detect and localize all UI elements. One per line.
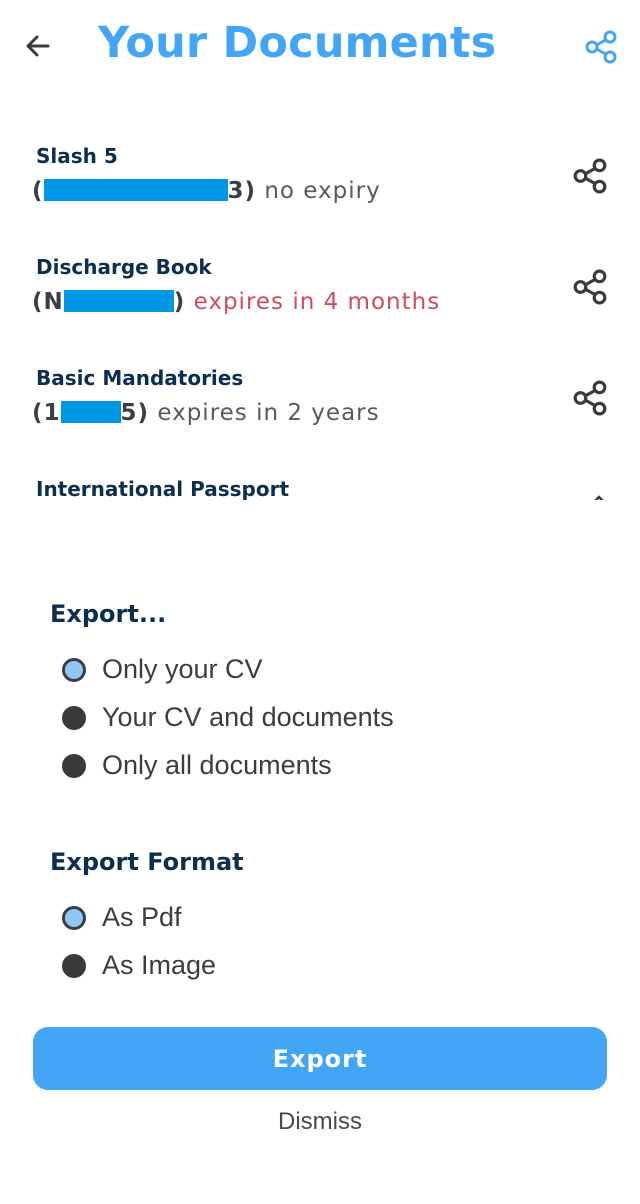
document-number-end: 3): [227, 178, 257, 204]
app-header: Your Documents: [0, 0, 640, 100]
document-status: expires in 2 years: [149, 400, 380, 426]
document-meta: (1 5) expires in 2 years: [32, 400, 380, 426]
document-number-start: (: [32, 178, 44, 204]
redaction-bar: [43, 179, 228, 201]
export-section-title: Export...: [50, 600, 167, 628]
share-document-button[interactable]: [570, 267, 610, 307]
list-item[interactable]: Slash 5 (3) no expiry: [0, 126, 640, 237]
arrow-left-icon: [26, 35, 50, 57]
share-document-button[interactable]: [570, 156, 610, 196]
radio-unselected-icon[interactable]: [62, 705, 86, 730]
redaction-bar: [60, 401, 121, 423]
document-name: Discharge Book: [36, 255, 212, 279]
document-name: Slash 5: [36, 144, 118, 168]
document-name: International Passport: [36, 477, 290, 500]
document-meta: (3) no expiry: [32, 178, 381, 204]
list-item[interactable]: Discharge Book (N) expires in 4 months: [0, 237, 640, 348]
document-number-end: 5): [120, 400, 150, 426]
share-document-button[interactable]: [570, 378, 610, 418]
document-name: Basic Mandatories: [36, 366, 244, 390]
radio-selected-icon[interactable]: [62, 905, 86, 930]
radio-label: As Image: [102, 950, 217, 980]
radio-selected-icon[interactable]: [62, 657, 86, 682]
share-icon: [585, 30, 617, 64]
radio-label: As Pdf: [102, 902, 182, 932]
radio-unselected-icon[interactable]: [62, 753, 86, 778]
back-button[interactable]: [22, 30, 54, 62]
share-icon: [573, 269, 607, 305]
export-format-title: Export Format: [50, 848, 244, 876]
share-icon: [573, 158, 607, 194]
radio-label: Your CV and documents: [102, 702, 394, 732]
share-all-button[interactable]: [582, 28, 620, 66]
document-meta: (N) expires in 4 months: [32, 289, 440, 315]
radio-cv-and-documents[interactable]: Your CV and documents: [62, 702, 394, 733]
chevron-up-icon: [592, 491, 606, 500]
document-status: no expiry: [256, 178, 381, 204]
radio-all-documents[interactable]: Only all documents: [62, 750, 332, 781]
dismiss-button[interactable]: Dismiss: [220, 1105, 420, 1139]
list-item[interactable]: International Passport: [0, 459, 640, 500]
export-sheet: Export... Only your CV Your CV and docum…: [0, 560, 640, 1204]
list-item[interactable]: Basic Mandatories (1 5) expires in 2 year…: [0, 348, 640, 459]
radio-as-image[interactable]: As Image: [62, 950, 216, 981]
page-title: Your Documents: [98, 18, 497, 68]
radio-label: Only all documents: [102, 750, 332, 780]
document-number-start: (N: [32, 289, 64, 315]
radio-only-cv[interactable]: Only your CV: [62, 654, 263, 685]
documents-list[interactable]: Slash 5 (3) no expiry Discharge Book (N)…: [0, 126, 640, 500]
document-number-end: ): [173, 289, 186, 315]
redaction-bar: [63, 290, 174, 312]
radio-as-pdf[interactable]: As Pdf: [62, 902, 182, 933]
document-status: expires in 4 months: [185, 289, 441, 315]
radio-unselected-icon[interactable]: [62, 953, 86, 978]
document-number-start: (1: [32, 400, 61, 426]
share-icon: [573, 380, 607, 416]
export-button[interactable]: Export: [33, 1027, 607, 1090]
radio-label: Only your CV: [102, 654, 263, 684]
